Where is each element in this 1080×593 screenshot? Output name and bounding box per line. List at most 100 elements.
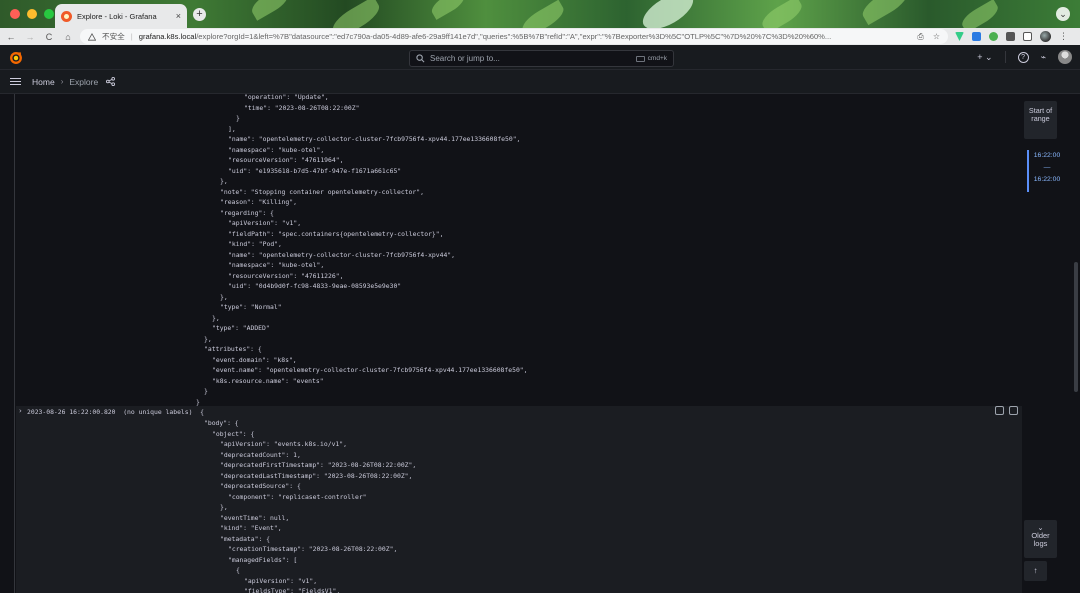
scroll-to-top-button[interactable]: ↑ [1024,561,1047,581]
log-line: "time": "2023-08-26T08:22:00Z" [244,103,360,112]
security-status[interactable]: 不安全 [102,31,125,42]
divider [1004,51,1006,63]
tab-close-icon[interactable]: × [176,11,181,21]
home-button[interactable]: ⌂ [63,32,73,42]
log-labels: (no unique labels) [123,408,193,416]
bookmark-star-icon[interactable]: ☆ [933,32,940,42]
close-window-button[interactable] [10,9,20,19]
log-line: "apiVersion": "v1", [228,219,302,227]
keyboard-icon [635,55,645,62]
older-logs-button[interactable]: ⌄ Older logs [1024,520,1057,558]
warning-icon [88,32,96,41]
show-context-icon[interactable] [995,406,1004,415]
user-avatar[interactable] [1058,50,1072,64]
extensions-puzzle-icon[interactable] [1006,32,1015,41]
browser-tab-strip: Explore - Loki - Grafana × + ⌄ [0,0,1080,28]
log-line: "resourceVersion": "47611964", [228,156,344,164]
address-bar-actions: ⎙ ☆ [917,32,940,42]
log-line: }, [220,292,228,301]
search-placeholder: Search or jump to... [430,54,500,63]
log-line: } [204,387,208,395]
log-line: }, [212,313,220,322]
log-line: "event.name": "opentelemetry-collector-c… [212,366,528,374]
log-line: ], [228,124,236,133]
log-row-tools [995,406,1018,415]
log-line: "name": "opentelemetry-collector-cluster… [228,250,456,259]
log-line: }, [220,503,228,511]
time-range-marker[interactable]: 16:22:00 — 16:22:00 [1027,150,1065,192]
log-row-meta: 2023-08-26 16:22:00.820 (no unique label… [27,408,204,416]
log-line: "metadata": { [220,534,271,543]
side-panel-icon[interactable] [1023,32,1032,41]
log-line: "deprecatedSource": { [220,482,301,490]
log-line: "note": "Stopping container opentelemetr… [220,187,424,196]
page-scrollbar[interactable] [1074,262,1078,392]
breadcrumb-bar: Home › Explore [0,70,1080,94]
profile-avatar[interactable] [1040,31,1051,42]
start-of-range-button[interactable]: Start of range [1024,101,1057,139]
add-new-button[interactable]: + ⌄ [977,52,992,63]
share-icon[interactable] [106,77,116,86]
extension-translate-icon[interactable] [989,32,998,41]
log-line: "component": "replicaset-controller" [228,492,367,501]
log-line: "type": "ADDED" [212,324,270,332]
log-line: "event.domain": "k8s", [212,355,297,364]
extensions-bar: ⋮ [955,29,1068,44]
logs-navigation: Start of range 16:22:00 — 16:22:00 ⌄ Old… [1022,94,1080,593]
log-line: "fieldsType": "FieldsV1", [244,587,341,593]
tab-search-button[interactable]: ⌄ [1056,7,1070,21]
copy-icon[interactable] [1009,406,1018,415]
range-to: 16:22:00 [1033,176,1061,183]
log-line: { [236,566,240,574]
install-app-icon[interactable]: ⎙ [917,32,923,42]
log-line: "regarding": { [220,208,274,217]
breadcrumb-explore: Explore [69,76,99,87]
new-tab-button[interactable]: + [193,8,206,21]
log-line: "resourceVersion": "47611226", [228,271,344,280]
vuejs-devtools-icon[interactable] [955,32,964,41]
log-line: "type": "Normal" [220,303,282,311]
forward-button[interactable]: → [25,32,35,42]
window-controls [10,9,54,19]
log-line: "deprecatedLastTimestamp": "2023-08-26T0… [220,471,413,480]
log-line: "uid": "e1935618-b7d5-47bf-947e-f1671a66… [228,166,402,175]
log-line: "attributes": { [204,345,262,353]
back-button[interactable]: ← [6,32,16,42]
log-line: "k8s.resource.name": "events" [212,376,324,385]
top-bar-actions: + ⌄ ? ⌁ [977,50,1072,64]
browser-menu-icon[interactable]: ⋮ [1059,31,1068,42]
url-host: grafana.k8s.local [138,32,197,41]
maximize-window-button[interactable] [44,9,54,19]
search-bar[interactable]: Search or jump to... cmd+k [409,50,674,67]
reload-button[interactable]: C [44,32,54,42]
log-line: "name": "opentelemetry-collector-cluster… [228,135,521,143]
breadcrumb-home[interactable]: Home [32,77,55,87]
log-row-expanded[interactable] [16,406,1022,593]
address-bar[interactable]: 不安全 | grafana.k8s.local/explore?orgId=1&… [80,29,948,44]
log-line: "apiVersion": "events.k8s.io/v1", [220,440,347,448]
search-shortcut: cmd+k [635,55,667,62]
extension-s-icon[interactable] [972,32,981,41]
log-line: "object": { [212,429,255,438]
log-line: "deprecatedCount": 1, [220,450,301,459]
log-line: "managedFields": [ [228,555,298,564]
expand-row-icon[interactable]: › [19,407,22,415]
range-dash: — [1043,164,1051,171]
minimize-window-button[interactable] [27,9,37,19]
grafana-logo-icon[interactable] [9,51,23,65]
log-line: } [236,114,240,122]
help-icon[interactable]: ? [1017,51,1029,63]
log-line: "apiVersion": "v1", [244,576,318,585]
log-line: "namespace": "kube-otel", [228,145,325,154]
log-line: "operation": "Update", [244,94,329,101]
menu-toggle-icon[interactable] [10,77,21,86]
log-line: "kind": "Pod", [228,240,282,248]
news-feed-icon[interactable]: ⌁ [1041,52,1046,63]
search-icon [416,54,425,63]
breadcrumb-separator: › [60,77,64,86]
log-timestamp: 2023-08-26 16:22:00.820 [27,408,116,416]
browser-toolbar: ← → C ⌂ 不安全 | grafana.k8s.local/explore?… [0,28,1080,45]
log-line: }, [204,334,212,343]
browser-tab-active[interactable]: Explore - Loki - Grafana × [55,4,187,28]
log-line: } [196,397,200,406]
